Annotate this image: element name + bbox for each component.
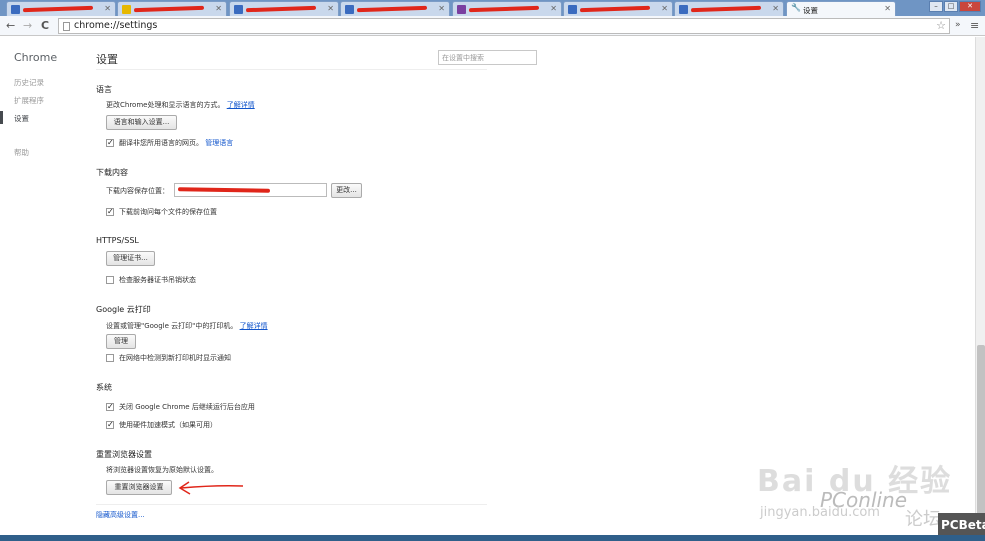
page-icon (679, 5, 688, 14)
hide-advanced-settings-link[interactable]: 隐藏高级设置... (96, 510, 145, 520)
browser-tab[interactable]: ✕ (229, 1, 339, 16)
close-tab-icon[interactable]: ✕ (884, 4, 891, 13)
close-window-button[interactable]: ✕ (959, 1, 981, 12)
browser-tab[interactable]: ✕ (452, 1, 562, 16)
section-heading-cloudprint: Google 云打印 (96, 305, 151, 314)
reset-browser-settings-button[interactable]: 重置浏览器设置 (106, 480, 172, 495)
download-location-label: 下载内容保存位置： (106, 187, 169, 195)
manage-cloudprint-button[interactable]: 管理 (106, 334, 136, 349)
sidebar-item-help[interactable]: 帮助 (14, 147, 29, 158)
language-desc-text: 更改Chrome处理和显示语言的方式。 (106, 101, 225, 109)
redaction-mark (468, 5, 540, 13)
close-tab-icon[interactable]: ✕ (327, 4, 334, 13)
translate-checkbox[interactable]: ✓ (106, 139, 114, 147)
background-apps-label: 关闭 Google Chrome 后继续运行后台应用 (119, 403, 255, 411)
translate-label: 翻译非您所用语言的网页。 (119, 139, 203, 147)
sidebar-title: Chrome (14, 51, 58, 64)
scrollbar-thumb[interactable] (977, 345, 985, 535)
manage-certificates-button[interactable]: 管理证书... (106, 251, 155, 266)
cert-revocation-label: 检查服务器证书吊销状态 (119, 276, 196, 284)
redaction-mark (22, 5, 94, 13)
redaction-mark (133, 5, 205, 13)
annotation-arrow (178, 481, 244, 495)
divider (96, 504, 487, 505)
address-bar[interactable]: chrome://settings ☆ (58, 18, 950, 34)
browser-tab[interactable]: ✕ (6, 1, 116, 16)
sidebar-item-settings[interactable]: 设置 (14, 113, 29, 124)
redaction-mark (579, 5, 651, 13)
hardware-acceleration-checkbox[interactable]: ✓ (106, 421, 114, 429)
hardware-acceleration-label: 使用硬件加速模式（如果可用） (119, 421, 217, 429)
forum-watermark: 论坛 (905, 509, 941, 530)
ask-save-location-label: 下载前询问每个文件的保存位置 (119, 208, 217, 216)
page-title: 设置 (96, 53, 118, 66)
page-icon (234, 5, 243, 14)
page-icon (122, 5, 131, 14)
translate-row: 翻译非您所用语言的网页。 管理语言 (119, 138, 233, 148)
background-apps-checkbox[interactable]: ✓ (106, 403, 114, 411)
browser-tab[interactable]: ✕ (674, 1, 784, 16)
url-text: chrome://settings (74, 20, 158, 31)
divider (96, 69, 487, 70)
manage-languages-link[interactable]: 管理语言 (205, 139, 233, 147)
bookmark-star-icon[interactable]: ☆ (936, 19, 946, 32)
back-button[interactable]: ← (6, 19, 15, 32)
language-input-settings-button[interactable]: 语言和输入设置... (106, 115, 177, 130)
printer-notify-checkbox[interactable]: ✓ (106, 354, 114, 362)
forward-button[interactable]: → (23, 19, 32, 32)
wrench-icon: 🔧 (791, 3, 801, 12)
search-input[interactable]: 在设置中搜索 (438, 50, 537, 65)
close-tab-icon[interactable]: ✕ (438, 4, 445, 13)
cert-revocation-checkbox[interactable]: ✓ (106, 276, 114, 284)
extensions-overflow-icon[interactable]: » (955, 20, 961, 30)
browser-tab[interactable]: ✕ (563, 1, 673, 16)
vertical-scrollbar[interactable] (975, 37, 985, 541)
browser-tab[interactable]: ✕ (117, 1, 227, 16)
printer-notify-label: 在网络中检测到新打印机时显示通知 (119, 354, 231, 362)
cloudprint-description: 设置或管理"Google 云打印"中的打印机。 了解详情 (106, 321, 268, 331)
taskbar (0, 535, 985, 541)
tab-settings[interactable]: 🔧 设置 ✕ (786, 1, 896, 16)
reload-button[interactable]: C (41, 19, 49, 32)
page-icon (568, 5, 577, 14)
section-heading-system: 系统 (96, 383, 112, 392)
redaction-mark (245, 5, 317, 13)
section-heading-language: 语言 (96, 85, 112, 94)
language-learn-more-link[interactable]: 了解详情 (227, 101, 255, 109)
menu-icon[interactable]: ≡ (970, 19, 979, 32)
section-heading-downloads: 下载内容 (96, 168, 128, 177)
maximize-button[interactable]: □ (944, 1, 958, 12)
tab-title: 设置 (803, 6, 818, 15)
page-icon (63, 22, 70, 31)
close-tab-icon[interactable]: ✕ (661, 4, 668, 13)
redaction-mark (690, 5, 762, 13)
redaction-mark (177, 187, 271, 193)
pcbeta-logo: PCBeta (938, 513, 985, 537)
close-tab-icon[interactable]: ✕ (550, 4, 557, 13)
sidebar-item-extensions[interactable]: 扩展程序 (14, 95, 44, 106)
page-icon (11, 5, 20, 14)
jingyan-url-watermark: jingyan.baidu.com (760, 505, 880, 520)
close-tab-icon[interactable]: ✕ (772, 4, 779, 13)
section-heading-reset: 重置浏览器设置 (96, 450, 152, 459)
redaction-mark (356, 5, 428, 13)
download-location-field[interactable] (174, 183, 327, 197)
page-icon (345, 5, 354, 14)
ask-save-location-checkbox[interactable]: ✓ (106, 208, 114, 216)
language-description: 更改Chrome处理和显示语言的方式。 了解详情 (106, 100, 255, 110)
cloudprint-desc-text: 设置或管理"Google 云打印"中的打印机。 (106, 322, 238, 330)
tab-strip: ✕ ✕ ✕ ✕ ✕ ✕ ✕ 🔧 设置 ✕ – □ ✕ (0, 0, 985, 16)
minimize-button[interactable]: – (929, 1, 943, 12)
close-tab-icon[interactable]: ✕ (215, 4, 222, 13)
cloudprint-learn-more-link[interactable]: 了解详情 (240, 322, 268, 330)
change-download-location-button[interactable]: 更改... (331, 183, 362, 198)
browser-tab[interactable]: ✕ (340, 1, 450, 16)
sidebar-item-history[interactable]: 历史记录 (14, 77, 44, 88)
page-icon (457, 5, 466, 14)
reset-description: 将浏览器设置恢复为原始默认设置。 (106, 466, 218, 474)
close-tab-icon[interactable]: ✕ (104, 4, 111, 13)
browser-toolbar: ← → C chrome://settings ☆ » ≡ (0, 16, 985, 36)
section-heading-https: HTTPS/SSL (96, 236, 139, 245)
selection-indicator (0, 111, 3, 124)
